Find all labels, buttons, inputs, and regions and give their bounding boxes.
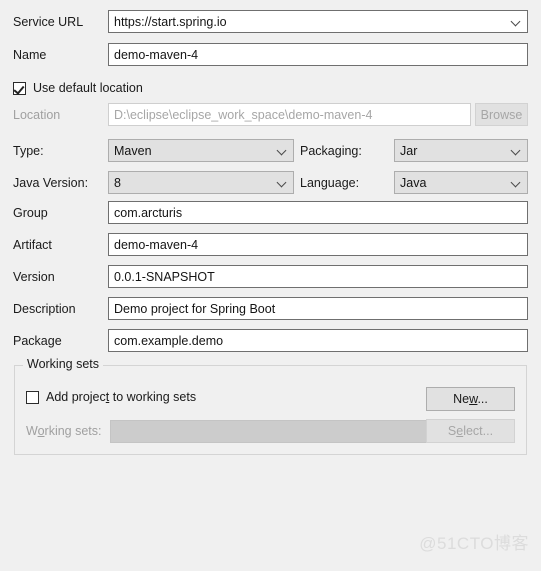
select-working-set-button: Select... [426,419,515,443]
label-part-before: S [447,424,457,438]
location-value: D:\eclipse\eclipse_work_space\demo-maven… [114,107,373,122]
browse-button-label: Browse [480,107,523,122]
packaging-value: Jar [400,143,418,158]
add-project-to-working-sets-checkbox[interactable]: Add project to working sets [26,390,196,404]
type-value: Maven [114,143,152,158]
working-sets-group-title: Working sets [23,357,104,371]
package-row: Package com.example.demo [0,329,541,353]
type-packaging-row: Type: Maven Packaging: Jar [0,139,541,163]
location-label: Location [13,108,61,122]
chevron-down-icon [277,177,288,188]
label-mnemonic: o [37,424,45,438]
version-input[interactable]: 0.0.1-SNAPSHOT [108,265,528,288]
add-project-to-working-sets-label: Add project to working sets [46,390,196,404]
group-row: Group com.arcturis [0,201,541,225]
watermark: @51CTO博客 [419,534,529,553]
java-version-label: Java Version: [13,176,89,190]
java-version-combo[interactable]: 8 [108,171,294,194]
label-part-after: ... [477,392,488,406]
label-part-before: Ne [453,392,470,406]
description-input[interactable]: Demo project for Spring Boot [108,297,528,320]
label-part-before: W [26,424,38,438]
artifact-label: Artifact [13,238,52,252]
java-version-value: 8 [114,175,121,190]
label-part-after: to working sets [109,390,197,404]
description-row: Description Demo project for Spring Boot [0,297,541,321]
artifact-value: demo-maven-4 [114,237,199,252]
package-input[interactable]: com.example.demo [108,329,528,352]
location-row: Location D:\eclipse\eclipse_work_space\d… [0,103,541,127]
description-value: Demo project for Spring Boot [114,301,276,316]
description-label: Description [13,302,76,316]
chevron-down-icon [511,177,522,188]
label-part-after: lect... [463,424,494,438]
use-default-location-checkbox[interactable]: Use default location [13,81,143,95]
package-label: Package [13,334,62,348]
name-input[interactable]: demo-maven-4 [108,43,528,66]
type-label: Type: [13,144,44,158]
service-url-combo[interactable]: https://start.spring.io [108,10,528,33]
artifact-input[interactable]: demo-maven-4 [108,233,528,256]
chevron-down-icon [277,145,288,156]
language-combo[interactable]: Java [394,171,528,194]
service-url-label: Service URL [13,15,84,29]
package-value: com.example.demo [114,333,224,348]
packaging-label: Packaging: [300,144,362,158]
working-sets-combo [110,420,446,443]
label-part-after: rking sets: [44,424,102,438]
packaging-combo[interactable]: Jar [394,139,528,162]
new-button-label: New... [453,392,488,406]
artifact-row: Artifact demo-maven-4 [0,233,541,257]
service-url-value: https://start.spring.io [114,14,227,29]
name-value: demo-maven-4 [114,47,199,62]
chevron-down-icon [511,145,522,156]
chevron-down-icon [511,16,522,27]
type-combo[interactable]: Maven [108,139,294,162]
version-value: 0.0.1-SNAPSHOT [114,269,215,284]
use-default-location-label: Use default location [33,81,143,95]
language-value: Java [400,175,427,190]
checkbox-icon[interactable] [13,81,26,95]
select-button-label: Select... [448,424,493,438]
browse-button: Browse [475,103,528,126]
version-row: Version 0.0.1-SNAPSHOT [0,265,541,289]
group-input[interactable]: com.arcturis [108,201,528,224]
working-sets-combo-label: Working sets: [26,424,102,438]
new-working-set-button[interactable]: New... [426,387,515,411]
checkbox-icon[interactable] [26,390,39,404]
label-part-before: Add projec [46,390,106,404]
group-value: com.arcturis [114,205,183,220]
spring-starter-project-wizard-page: Service URL https://start.spring.io Name… [0,0,541,571]
version-label: Version [13,270,55,284]
location-input: D:\eclipse\eclipse_work_space\demo-maven… [108,103,471,126]
language-label: Language: [300,176,360,190]
java-version-language-row: Java Version: 8 Language: Java [0,171,541,195]
name-label: Name [13,48,47,62]
service-url-row: Service URL https://start.spring.io [0,10,541,34]
name-row: Name demo-maven-4 [0,43,541,67]
group-label: Group [13,206,48,220]
